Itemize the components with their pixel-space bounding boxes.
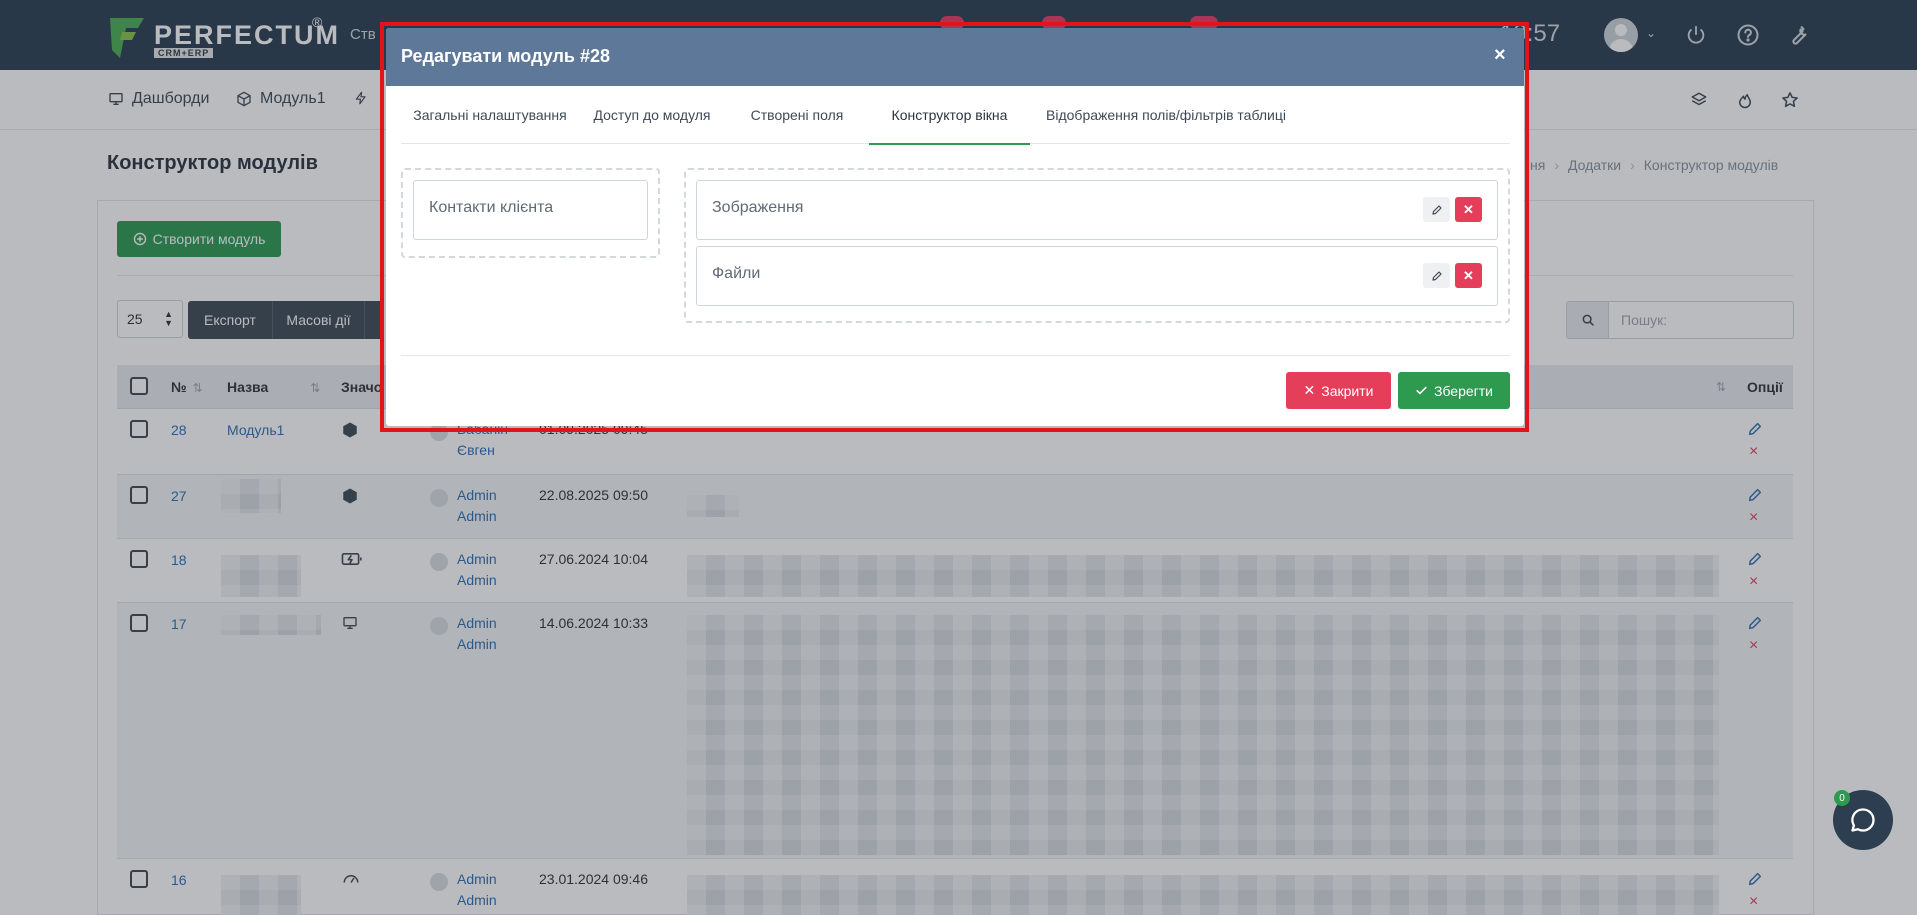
field-item[interactable]: Зображення ✕ <box>696 180 1498 240</box>
modal-title: Редагувати модуль #28 <box>401 46 611 66</box>
tab-window-builder[interactable]: Конструктор вікна <box>869 86 1030 145</box>
delete-icon: ✕ <box>1463 201 1474 217</box>
tab-label: Загальні налаштування <box>413 107 567 123</box>
modal-header: Редагувати модуль #28 × <box>386 28 1524 86</box>
save-button-label: Зберегти <box>1433 382 1493 399</box>
tab-label: Доступ до модуля <box>593 107 711 123</box>
field-item[interactable]: Контакти клієнта <box>413 180 648 240</box>
left-drop-zone[interactable]: Контакти клієнта <box>401 168 660 258</box>
tab-label: Конструктор вікна <box>891 106 1008 123</box>
close-button-label: Закрити <box>1321 382 1374 399</box>
edit-module-modal: Редагувати модуль #28 × Загальні налашту… <box>386 28 1524 426</box>
delete-icon: ✕ <box>1463 267 1474 283</box>
check-icon <box>1416 386 1427 395</box>
edit-field-button[interactable] <box>1423 263 1450 288</box>
field-label: Контакти клієнта <box>429 199 554 216</box>
edit-icon <box>1431 204 1442 215</box>
edit-icon <box>1431 270 1442 281</box>
tab-general-settings[interactable]: Загальні налаштування <box>401 86 579 144</box>
delete-field-button[interactable]: ✕ <box>1455 263 1482 288</box>
modal-divider <box>401 355 1510 356</box>
chat-icon <box>1851 808 1875 832</box>
edit-field-button[interactable] <box>1423 197 1450 222</box>
modal-tabs: Загальні налаштування Доступ до модуля С… <box>401 86 1510 145</box>
chat-unread-badge: 0 <box>1834 790 1850 806</box>
save-button[interactable]: Зберегти <box>1398 372 1510 409</box>
field-item[interactable]: Файли ✕ <box>696 246 1498 306</box>
tab-created-fields[interactable]: Створені поля <box>725 86 869 144</box>
tab-module-access[interactable]: Доступ до модуля <box>579 86 725 144</box>
right-drop-zone[interactable]: Зображення ✕ Файли ✕ <box>684 168 1510 323</box>
field-label: Зображення <box>712 199 804 216</box>
delete-field-button[interactable]: ✕ <box>1455 197 1482 222</box>
close-icon: ✕ <box>1303 382 1316 398</box>
tab-table-display[interactable]: Відображення полів/фільтрів таблиці <box>1030 86 1302 144</box>
tab-label: Відображення полів/фільтрів таблиці <box>1046 107 1286 123</box>
field-label: Файли <box>712 265 761 282</box>
tab-label: Створені поля <box>750 107 844 123</box>
close-button[interactable]: ✕ Закрити <box>1286 372 1391 409</box>
close-icon[interactable]: × <box>1494 44 1506 67</box>
